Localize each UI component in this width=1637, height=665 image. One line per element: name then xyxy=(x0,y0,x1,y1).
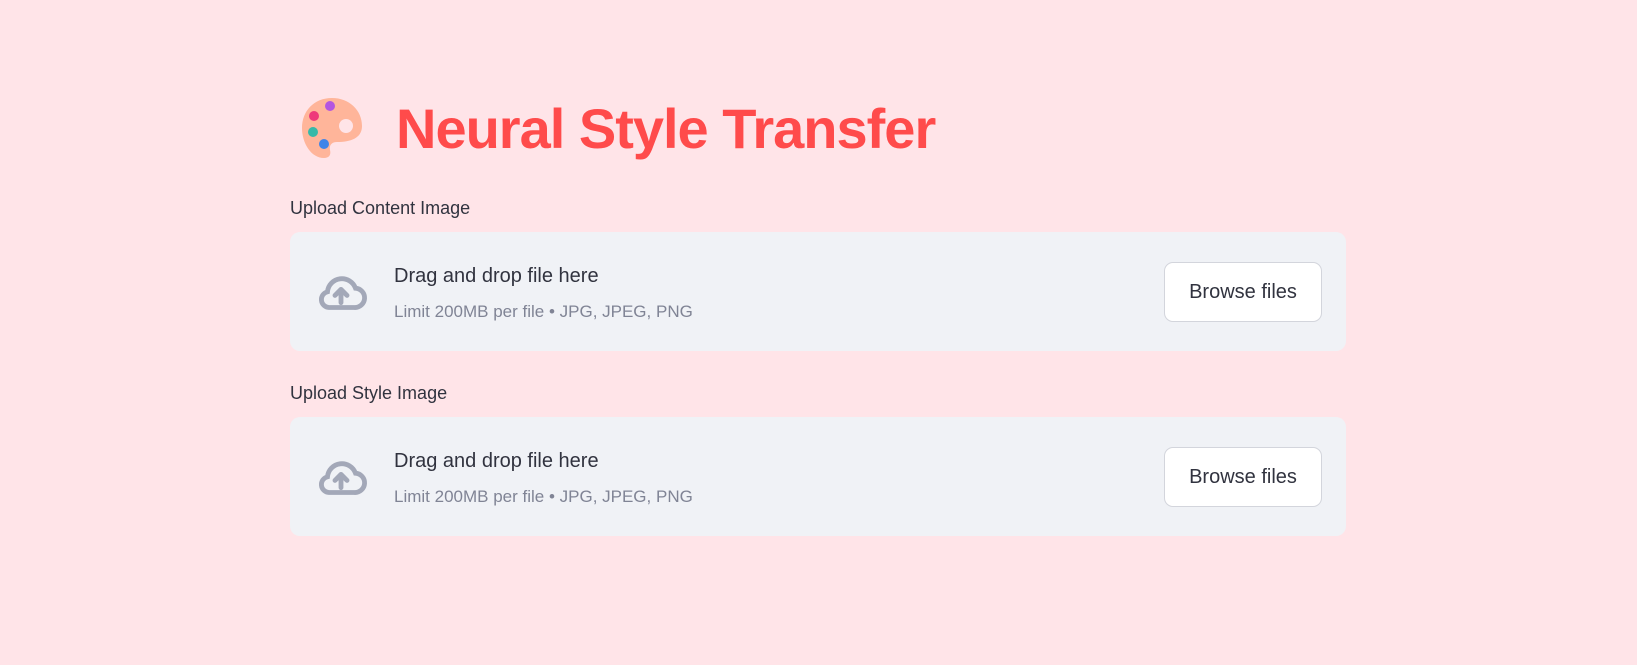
style-image-dropzone[interactable]: Drag and drop file here Limit 200MB per … xyxy=(290,417,1346,536)
palette-icon xyxy=(302,98,362,158)
content-image-dropzone[interactable]: Drag and drop file here Limit 200MB per … xyxy=(290,232,1346,351)
cloud-upload-icon xyxy=(319,276,367,310)
drop-instruction: Drag and drop file here xyxy=(394,450,599,472)
style-image-label: Upload Style Image xyxy=(290,383,448,403)
file-limit-text: Limit 200MB per file • JPG, JPEG, PNG xyxy=(394,302,693,321)
content-image-label: Upload Content Image xyxy=(290,198,471,218)
cloud-upload-icon xyxy=(319,461,367,495)
browse-files-button[interactable]: Browse files xyxy=(1164,447,1322,507)
page-title: Neural Style Transfer xyxy=(396,96,936,160)
page-header: Neural Style Transfer xyxy=(296,92,936,164)
browse-files-button[interactable]: Browse files xyxy=(1164,262,1322,322)
file-limit-text: Limit 200MB per file • JPG, JPEG, PNG xyxy=(394,487,693,506)
drop-instruction: Drag and drop file here xyxy=(394,265,599,287)
